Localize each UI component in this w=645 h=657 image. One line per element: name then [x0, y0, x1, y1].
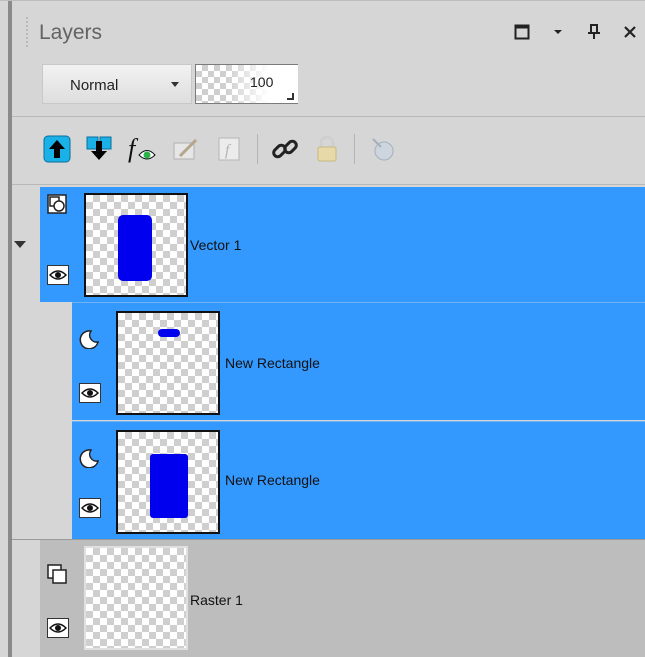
- move-layer-up-icon[interactable]: [40, 132, 74, 166]
- lock-icon[interactable]: [310, 132, 344, 166]
- thumbnail-shape: [150, 454, 188, 518]
- thumbnail-shape: [118, 215, 152, 281]
- visibility-eye-icon[interactable]: [47, 265, 69, 285]
- link-icon[interactable]: [268, 132, 302, 166]
- highlight-icon[interactable]: [366, 132, 400, 166]
- layer-row-vector-1[interactable]: Vector 1: [40, 187, 645, 302]
- layer-thumbnail: [84, 546, 188, 650]
- layer-name: Vector 1: [190, 237, 242, 253]
- layer-toolbar: f f: [12, 122, 645, 182]
- drag-grip[interactable]: [26, 17, 30, 47]
- svg-text:f: f: [128, 134, 139, 163]
- divider: [12, 116, 645, 117]
- visibility-eye-icon[interactable]: [79, 383, 101, 403]
- close-icon[interactable]: [621, 23, 639, 41]
- layers-panel: Layers Normal 100 f f Vector 1 New Recta…: [0, 0, 645, 657]
- vector-layer-icon: [47, 194, 67, 214]
- layer-thumbnail: [84, 193, 188, 297]
- layer-thumbnail: [116, 311, 220, 415]
- dropdown-icon[interactable]: [549, 23, 567, 41]
- mask-icon[interactable]: f: [212, 132, 246, 166]
- blend-mode-select[interactable]: Normal: [42, 64, 192, 104]
- title-bar: Layers: [12, 1, 645, 51]
- maximize-icon[interactable]: [513, 23, 531, 41]
- visibility-eye-icon[interactable]: [79, 498, 101, 518]
- raster-layer-icon: [47, 564, 67, 584]
- window-controls: [513, 23, 639, 41]
- layer-name: New Rectangle: [225, 355, 320, 371]
- move-layer-down-icon[interactable]: [82, 132, 116, 166]
- opacity-field[interactable]: 100: [195, 64, 298, 104]
- divider: [12, 184, 645, 185]
- panel-edge: [8, 1, 12, 657]
- layer-name: New Rectangle: [225, 472, 320, 488]
- panel-title: Layers: [39, 21, 103, 44]
- layer-row-new-rectangle[interactable]: New Rectangle: [72, 303, 645, 420]
- resize-handle-icon: [287, 93, 294, 100]
- visibility-eye-icon[interactable]: [47, 618, 69, 638]
- expand-group-icon[interactable]: [14, 241, 26, 248]
- chevron-down-icon: [171, 82, 179, 87]
- opacity-value: 100: [250, 74, 274, 90]
- toolbar-divider: [257, 134, 258, 164]
- layer-thumbnail: [116, 430, 220, 534]
- edit-selection-icon[interactable]: [168, 132, 202, 166]
- vector-object-icon: [79, 329, 100, 350]
- layer-name: Raster 1: [190, 592, 243, 608]
- layer-row-raster-1[interactable]: Raster 1: [40, 540, 645, 657]
- pin-icon[interactable]: [585, 23, 603, 41]
- blend-mode-label: Normal: [70, 77, 119, 94]
- layer-effects-icon[interactable]: f: [124, 132, 158, 166]
- layer-row-new-rectangle[interactable]: New Rectangle: [72, 422, 645, 539]
- toolbar-divider: [354, 134, 355, 164]
- vector-object-icon: [79, 448, 100, 469]
- thumbnail-shape: [158, 329, 180, 337]
